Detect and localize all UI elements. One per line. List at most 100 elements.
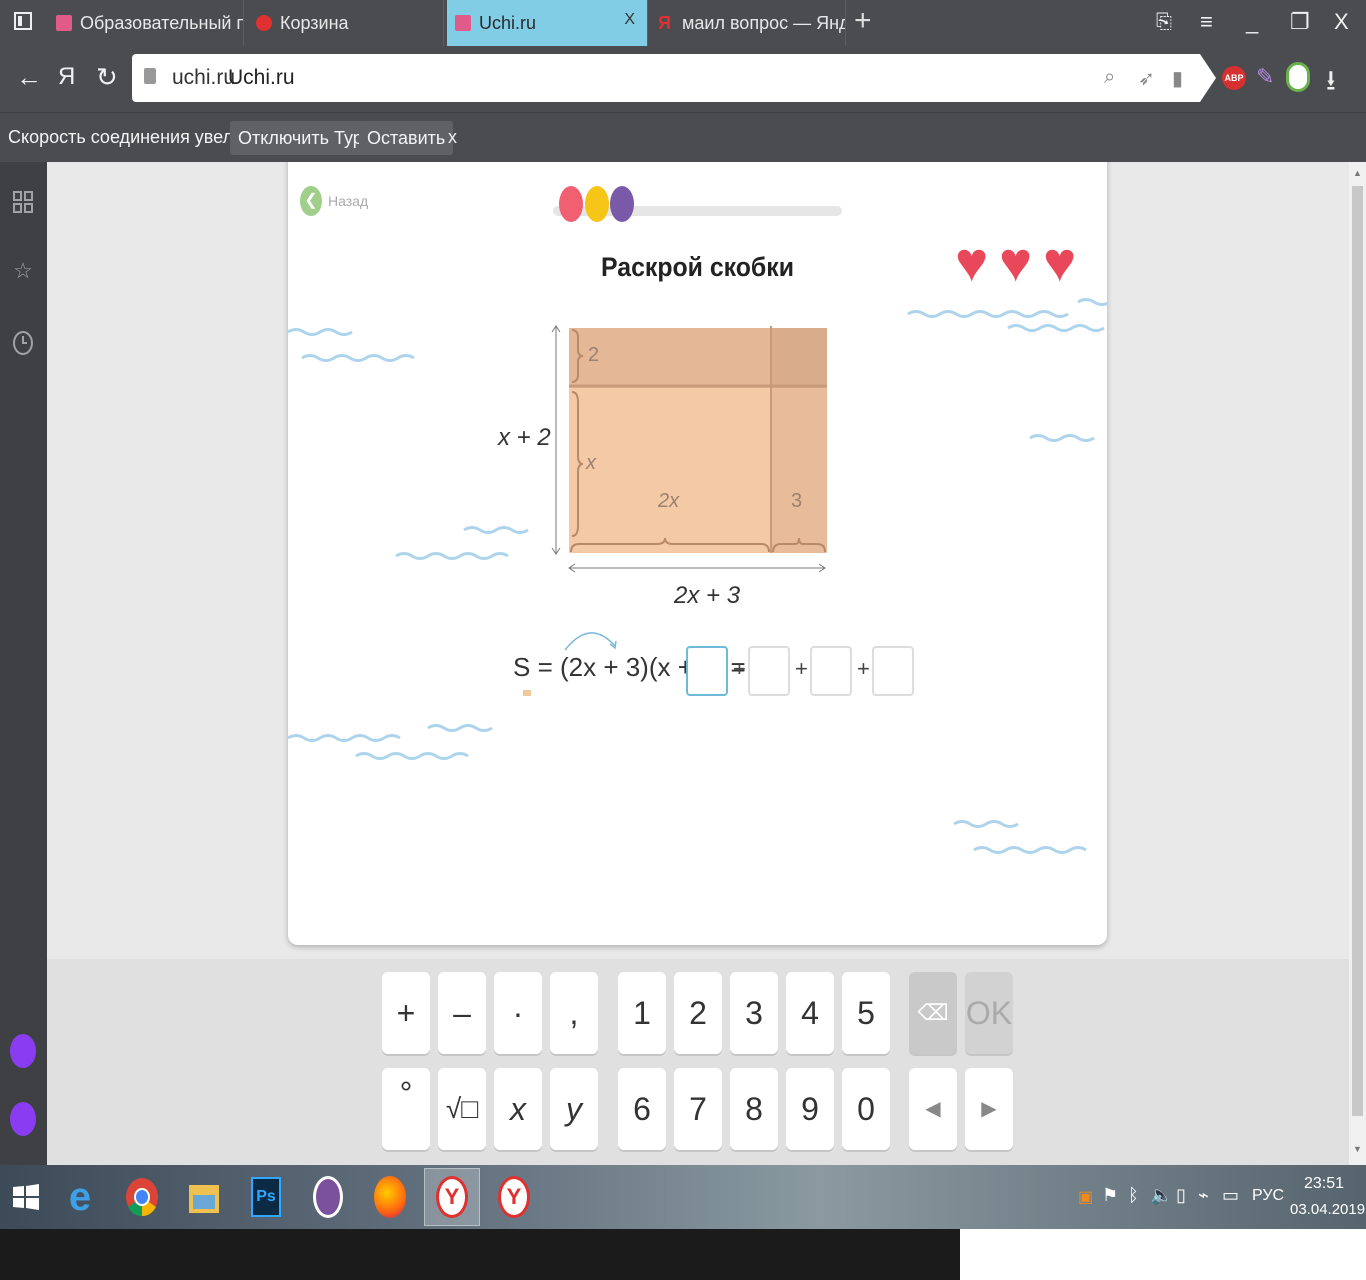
progress-dot-yellow	[585, 186, 609, 222]
menu-icon[interactable]: ≡	[1200, 8, 1213, 36]
clock-date[interactable]: 03.04.2019	[1290, 1201, 1365, 1218]
key-0[interactable]: 0	[842, 1068, 890, 1150]
keep-turbo-button[interactable]: Оставить	[359, 121, 454, 155]
strip-height-label: 2	[588, 344, 600, 366]
yandex-browser-icon[interactable]: Y	[424, 1168, 480, 1226]
adblock-icon[interactable]: ABP	[1222, 66, 1246, 90]
tabs-grid-icon[interactable]	[12, 190, 34, 213]
clock-time[interactable]: 23:51	[1304, 1175, 1344, 1193]
history-clock-icon[interactable]	[12, 330, 34, 355]
tab-label: маил вопрос — Яндекс: на	[682, 12, 845, 33]
tab-yandex-search[interactable]: Я маил вопрос — Яндекс: на	[650, 0, 846, 46]
scroll-down-icon[interactable]: ▼	[1353, 1144, 1362, 1154]
answer-box-3[interactable]	[810, 646, 852, 696]
key-6[interactable]: 6	[618, 1068, 666, 1150]
backspace-key[interactable]: ⌫	[909, 972, 957, 1054]
key-5[interactable]: 5	[842, 972, 890, 1054]
back-label: Назад	[328, 193, 369, 209]
tab-educational-portal[interactable]: Образовательный портал	[48, 0, 244, 46]
tray-app-icon[interactable]: ▣	[1078, 1187, 1093, 1207]
chevron-left-icon: ❮	[300, 186, 322, 216]
desktop-area	[0, 1229, 960, 1280]
back-icon[interactable]: ←	[16, 62, 42, 92]
chrome-icon[interactable]	[116, 1171, 168, 1223]
tab-label: Образовательный портал	[80, 12, 243, 33]
tab-uchi[interactable]: Uchi.ru X	[447, 0, 648, 46]
yandex-home-icon[interactable]: Я	[58, 62, 75, 92]
photoshop-icon[interactable]: Ps	[240, 1171, 292, 1223]
key-x[interactable]: x	[494, 1068, 542, 1150]
yandex-browser-icon[interactable]: Y	[488, 1171, 540, 1223]
restore-button[interactable]: ❐	[1290, 8, 1310, 36]
bluetooth-icon[interactable]: ᛒ	[1128, 1185, 1139, 1206]
language-indicator[interactable]: РУС	[1252, 1187, 1284, 1205]
key-7[interactable]: 7	[674, 1068, 722, 1150]
answer-box-2[interactable]	[748, 646, 790, 696]
battery-icon[interactable]: ▯	[1176, 1185, 1186, 1206]
navigation-bar: ← Я ↻ uchi.ru Uchi.ru ⌕ ➶ ▮ ABP ✎ ⭳	[0, 46, 1366, 112]
answer-box-4[interactable]	[872, 646, 914, 696]
new-tab-button[interactable]: +	[854, 6, 872, 36]
key-y[interactable]: y	[550, 1068, 598, 1150]
key-plus[interactable]: +	[382, 972, 430, 1054]
volume-icon[interactable]: 🔈	[1150, 1185, 1172, 1206]
key-comma[interactable]: ,	[550, 972, 598, 1054]
alice-assistant-icon[interactable]	[10, 1102, 36, 1136]
turbo-rocket-icon[interactable]: ➶	[1138, 66, 1155, 91]
part-height-label: x	[586, 452, 596, 474]
key-1[interactable]: 1	[618, 972, 666, 1054]
scroll-up-icon[interactable]: ▲	[1353, 168, 1362, 178]
close-button[interactable]: X	[1334, 8, 1349, 36]
lock-icon[interactable]	[144, 68, 156, 84]
web-page: ❮ Назад ♥ ♥ ♥ Раскрой скобки x + 2 2 x 2…	[47, 162, 1349, 1165]
tab-close-icon[interactable]: X	[624, 11, 635, 29]
feather-extension-icon[interactable]: ✎	[1256, 64, 1274, 90]
file-explorer-icon[interactable]	[178, 1171, 230, 1223]
firefox-icon[interactable]	[364, 1171, 416, 1223]
key-sqrt[interactable]: √□	[438, 1068, 486, 1150]
scroll-thumb[interactable]	[1352, 186, 1363, 1116]
display-icon[interactable]: ▭	[1222, 1185, 1239, 1206]
yandex-favicon-icon: Я	[658, 13, 671, 33]
cursor-right-key[interactable]: ▶	[965, 1068, 1013, 1150]
back-button[interactable]: ❮ Назад	[300, 186, 368, 216]
search-icon[interactable]: ⌕	[1104, 66, 1115, 89]
key-multiply[interactable]: ·	[494, 972, 542, 1054]
answer-box-1[interactable]	[686, 646, 728, 696]
page-scrollbar[interactable]: ▲ ▼	[1349, 162, 1366, 1165]
key-2[interactable]: 2	[674, 972, 722, 1054]
address-bar[interactable]: uchi.ru Uchi.ru ⌕ ➶ ▮	[132, 54, 1216, 102]
blank-area	[960, 1229, 1366, 1280]
flag-icon[interactable]: ⚑	[1102, 1185, 1118, 1206]
bookmarks-icon[interactable]: ⎘	[1156, 8, 1172, 36]
key-3[interactable]: 3	[730, 972, 778, 1054]
bookmark-icon[interactable]: ▮	[1172, 66, 1183, 91]
page-title: Uchi.ru	[228, 66, 295, 89]
rectangle-diagram	[551, 325, 827, 573]
alice-app-icon[interactable]	[10, 1034, 36, 1068]
area-figure: x + 2 2 x 2x 3 2x + 3	[478, 322, 838, 612]
tab-label: Uchi.ru	[479, 12, 537, 33]
minimize-button[interactable]: _	[1246, 8, 1258, 36]
viber-icon[interactable]	[302, 1171, 354, 1223]
infobar-close-button[interactable]: x	[448, 127, 457, 148]
key-degree[interactable]: °	[382, 1068, 430, 1150]
extension-icon[interactable]	[1286, 62, 1310, 92]
sidebar-toggle-icon[interactable]	[14, 12, 32, 30]
internet-explorer-icon[interactable]: e	[54, 1171, 106, 1223]
star-icon[interactable]: ☆	[12, 260, 34, 282]
network-icon[interactable]: ⌁	[1198, 1185, 1209, 1206]
tab-cart[interactable]: Корзина	[248, 0, 444, 46]
key-9[interactable]: 9	[786, 1068, 834, 1150]
key-4[interactable]: 4	[786, 972, 834, 1054]
download-icon[interactable]: ⭳	[1326, 60, 1336, 108]
cursor-left-key[interactable]: ◀	[909, 1068, 957, 1150]
ok-key[interactable]: OK	[965, 972, 1013, 1054]
equation-row: S = (2x + 3)(x + 2) = + + +	[508, 632, 928, 698]
key-8[interactable]: 8	[730, 1068, 778, 1150]
key-minus[interactable]: –	[438, 972, 486, 1054]
bottom-length-label: 2x + 3	[674, 582, 741, 609]
windows-start-icon[interactable]	[0, 1171, 52, 1223]
reload-icon[interactable]: ↻	[96, 62, 118, 92]
tab-bar: Образовательный портал Корзина Uchi.ru X…	[0, 0, 1366, 46]
